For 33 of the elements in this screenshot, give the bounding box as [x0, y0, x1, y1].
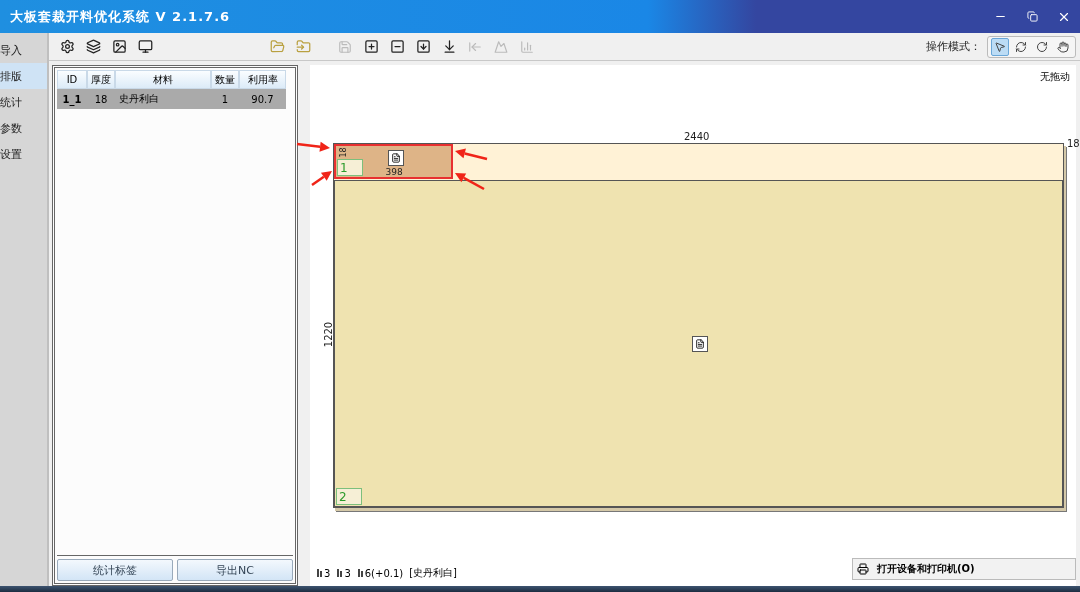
board-thickness-label: 18: [1067, 138, 1080, 149]
table-cell[interactable]: 90.7: [239, 89, 286, 109]
column-header[interactable]: 利用率: [239, 70, 286, 89]
status-item: 3: [316, 567, 331, 579]
part-number: 1: [337, 159, 363, 176]
nav-item[interactable]: 排版: [0, 63, 47, 89]
table-cell[interactable]: 史丹利白: [115, 89, 211, 109]
column-header[interactable]: 厚度: [87, 70, 115, 89]
nav-item[interactable]: 设置: [0, 141, 47, 167]
table-cell[interactable]: 1: [211, 89, 239, 109]
tooltip: 打开设备和打印机(O): [852, 558, 1076, 580]
nav-item[interactable]: 参数: [0, 115, 47, 141]
column-header[interactable]: ID: [57, 70, 87, 89]
status-item: 3: [336, 567, 351, 579]
status-item: [史丹利白]: [409, 566, 457, 580]
panel-button[interactable]: 统计标签: [57, 559, 173, 581]
column-header[interactable]: 材料: [115, 70, 211, 89]
mode-label: 操作模式：: [926, 39, 981, 54]
cut-part[interactable]: 1 398 18: [334, 144, 453, 179]
board-width-label: 2440: [684, 131, 710, 142]
nav-item[interactable]: 统计: [0, 89, 47, 115]
table-cell[interactable]: 1_1: [57, 89, 87, 109]
window-title: 大板套裁开料优化系统 V 2.1.7.6: [9, 7, 232, 26]
column-header[interactable]: 数量: [211, 70, 239, 89]
part-number: 2: [336, 488, 362, 505]
nav-item[interactable]: 导入: [0, 37, 47, 63]
part-height-label: 18: [338, 147, 348, 158]
board-height-label: 1220: [323, 321, 335, 348]
drag-status: 无拖动: [1040, 70, 1070, 84]
table-cell[interactable]: 18: [87, 89, 115, 109]
part-width-label: 398: [385, 167, 403, 177]
panel-button[interactable]: 导出NC: [177, 559, 293, 581]
status-item: 6(+0.1): [356, 567, 404, 579]
